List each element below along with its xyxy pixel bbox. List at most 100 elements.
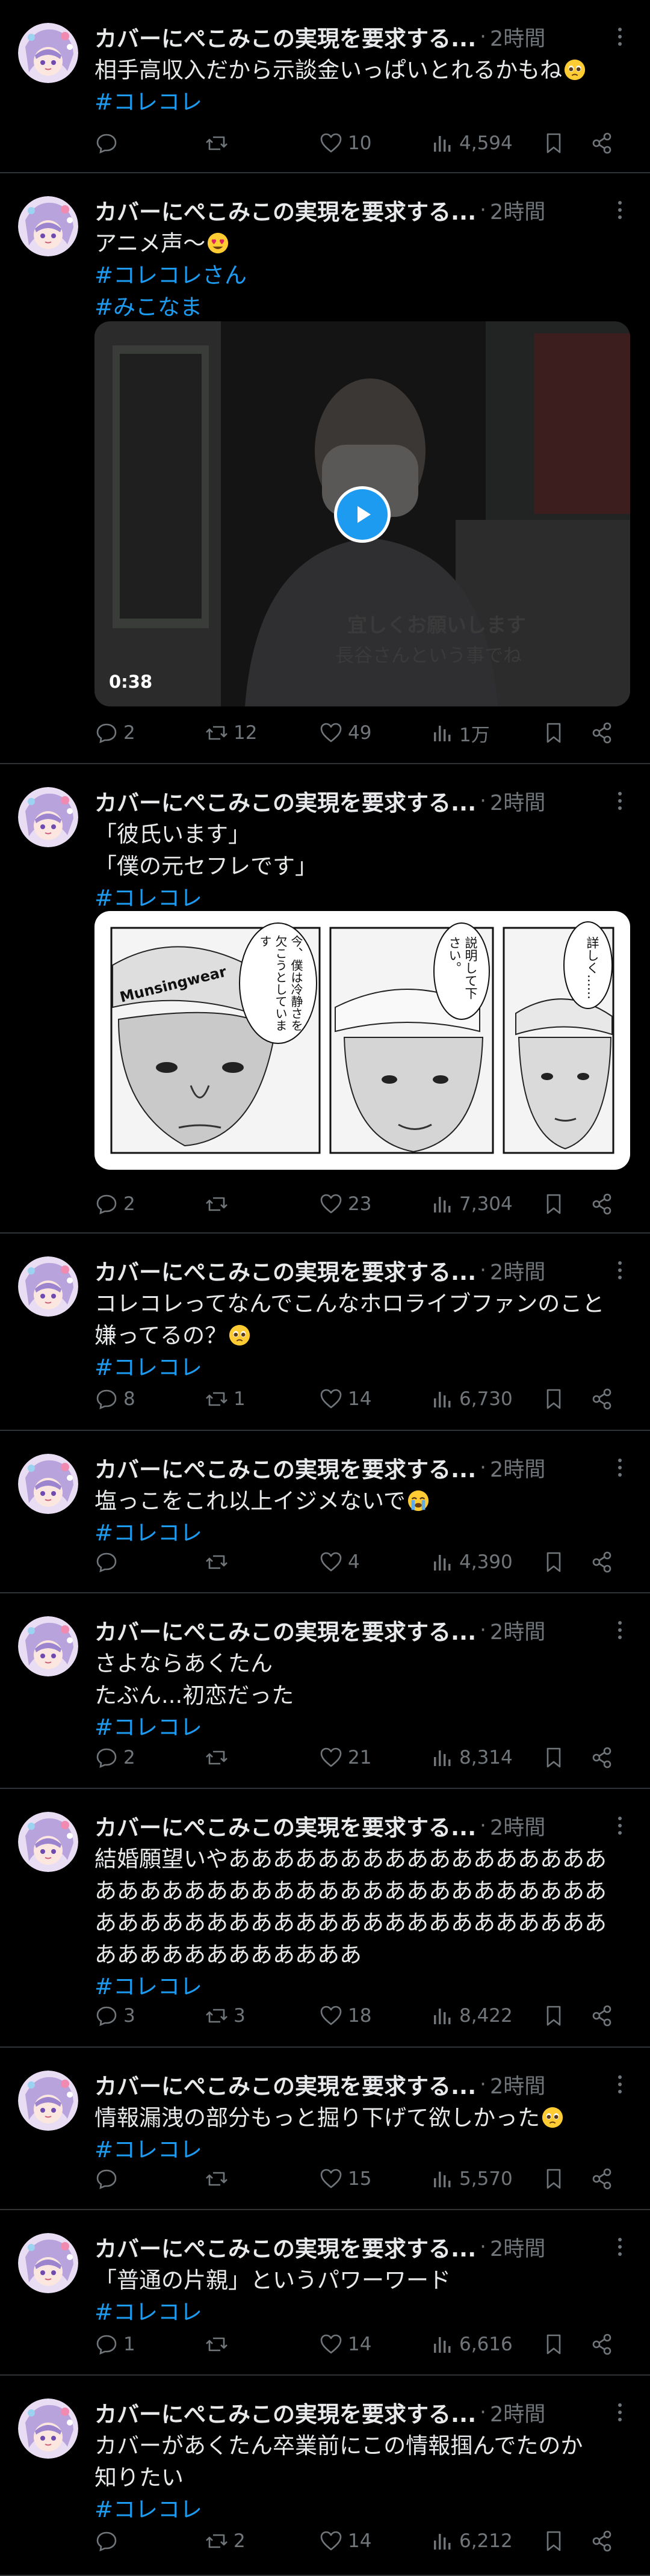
bookmark-button[interactable] — [542, 1384, 566, 1414]
avatar[interactable] — [18, 1256, 78, 1317]
more-options-icon[interactable] — [608, 1615, 632, 1645]
hashtag-link[interactable]: #コレコレさん — [94, 259, 624, 291]
avatar[interactable] — [18, 1616, 78, 1676]
views-button[interactable]: 7,304 — [430, 1189, 513, 1219]
timestamp[interactable]: 2時間 — [490, 195, 545, 226]
hashtag-link[interactable]: #コレコレ — [94, 2296, 624, 2328]
tweet[interactable]: カバーにぺこみこの実現を要求する... · 2時間 カバーがあくたん卒業前にこの… — [0, 2376, 650, 2576]
like-button[interactable]: 49 — [319, 718, 371, 748]
timestamp[interactable]: 2時間 — [490, 1255, 545, 1286]
hashtag-link[interactable]: #みこなま — [94, 291, 624, 323]
bookmark-button[interactable] — [542, 718, 566, 748]
author-name[interactable]: カバーにぺこみこの実現を要求する... — [94, 20, 476, 53]
avatar[interactable] — [18, 2398, 78, 2459]
author-name[interactable]: カバーにぺこみこの実現を要求する... — [94, 1451, 476, 1484]
tweet[interactable]: カバーにぺこみこの実現を要求する... · 2時間 情報漏洩の部分もっと掘り下げ… — [0, 2048, 650, 2210]
views-button[interactable]: 8,314 — [430, 1743, 513, 1773]
timestamp[interactable]: 2時間 — [490, 786, 545, 817]
retweet-button[interactable] — [205, 1189, 234, 1219]
bookmark-button[interactable] — [542, 128, 566, 158]
retweet-button[interactable] — [205, 1743, 234, 1773]
tweet[interactable]: カバーにぺこみこの実現を要求する... · 2時間 塩っこをこれ以上イジメないで… — [0, 1431, 650, 1593]
reply-button[interactable]: 3 — [94, 2001, 135, 2031]
like-button[interactable]: 14 — [319, 1384, 371, 1414]
reply-button[interactable]: 2 — [94, 1743, 135, 1773]
timestamp[interactable]: 2時間 — [490, 22, 545, 52]
bookmark-button[interactable] — [542, 2329, 566, 2359]
hashtag-link[interactable]: #コレコレ — [94, 86, 624, 118]
retweet-button[interactable] — [205, 2329, 234, 2359]
like-button[interactable]: 23 — [319, 1189, 371, 1219]
hashtag-link[interactable]: #コレコレ — [94, 1971, 624, 2003]
more-options-icon[interactable] — [608, 1811, 632, 1841]
more-options-icon[interactable] — [608, 195, 632, 225]
hashtag-link[interactable]: #コレコレ — [94, 1351, 624, 1383]
bookmark-button[interactable] — [542, 2164, 566, 2194]
share-button[interactable] — [590, 2329, 614, 2359]
tweet[interactable]: カバーにぺこみこの実現を要求する... · 2時間 結婚願望いやああああああああ… — [0, 1789, 650, 2048]
author-name[interactable]: カバーにぺこみこの実現を要求する... — [94, 2231, 476, 2263]
tweet[interactable]: カバーにぺこみこの実現を要求する... · 2時間 「普通の片親」というパワーワ… — [0, 2210, 650, 2376]
reply-button[interactable] — [94, 2164, 123, 2194]
retweet-button[interactable] — [205, 1547, 234, 1577]
like-button[interactable]: 15 — [319, 2164, 371, 2194]
reply-button[interactable]: 2 — [94, 1189, 135, 1219]
video-player[interactable]: 宜しくお願いします 長谷さんという事でね 0:38 — [94, 321, 630, 706]
more-options-icon[interactable] — [608, 786, 632, 816]
views-button[interactable]: 6,616 — [430, 2329, 513, 2359]
manga-image[interactable]: Munsingwear 今、僕は冷静さを欠こうとしています 説明して下さい。 詳… — [94, 911, 630, 1170]
author-name[interactable]: カバーにぺこみこの実現を要求する... — [94, 2068, 476, 2101]
more-options-icon[interactable] — [608, 1255, 632, 1285]
timestamp[interactable]: 2時間 — [490, 2232, 545, 2262]
reply-button[interactable] — [94, 2526, 123, 2556]
views-button[interactable]: 6,212 — [430, 2526, 513, 2556]
timestamp[interactable]: 2時間 — [490, 1453, 545, 1483]
share-button[interactable] — [590, 1384, 614, 1414]
retweet-button[interactable]: 2 — [205, 2526, 246, 2556]
bookmark-button[interactable] — [542, 2001, 566, 2031]
more-options-icon[interactable] — [608, 2232, 632, 2262]
more-options-icon[interactable] — [608, 22, 632, 52]
views-button[interactable]: 5,570 — [430, 2164, 513, 2194]
views-button[interactable]: 6,730 — [430, 1384, 513, 1414]
like-button[interactable]: 21 — [319, 1743, 371, 1773]
avatar[interactable] — [18, 196, 78, 256]
share-button[interactable] — [590, 2164, 614, 2194]
avatar[interactable] — [18, 787, 78, 847]
author-name[interactable]: カバーにぺこみこの実現を要求する... — [94, 1809, 476, 1842]
retweet-button[interactable]: 1 — [205, 1384, 246, 1414]
share-button[interactable] — [590, 2001, 614, 2031]
tweet[interactable]: カバーにぺこみこの実現を要求する... · 2時間 さよならあくたん たぶん..… — [0, 1593, 650, 1789]
like-button[interactable]: 18 — [319, 2001, 371, 2031]
tweet[interactable]: カバーにぺこみこの実現を要求する... · 2時間 「彼氏います」 「僕の元セフ… — [0, 764, 650, 1234]
avatar[interactable] — [18, 1812, 78, 1872]
timestamp[interactable]: 2時間 — [490, 2397, 545, 2428]
retweet-button[interactable] — [205, 128, 234, 158]
reply-button[interactable]: 1 — [94, 2329, 135, 2359]
share-button[interactable] — [590, 2526, 614, 2556]
author-name[interactable]: カバーにぺこみこの実現を要求する... — [94, 2396, 476, 2429]
views-button[interactable]: 1万 — [430, 718, 490, 748]
play-button[interactable] — [334, 486, 391, 543]
more-options-icon[interactable] — [608, 2069, 632, 2099]
views-button[interactable]: 8,422 — [430, 2001, 513, 2031]
reply-button[interactable] — [94, 1547, 123, 1577]
author-name[interactable]: カバーにぺこみこの実現を要求する... — [94, 1254, 476, 1286]
share-button[interactable] — [590, 718, 614, 748]
retweet-button[interactable] — [205, 2164, 234, 2194]
author-name[interactable]: カバーにぺこみこの実現を要求する... — [94, 194, 476, 226]
timestamp[interactable]: 2時間 — [490, 1615, 545, 1646]
avatar[interactable] — [18, 1454, 78, 1514]
bookmark-button[interactable] — [542, 1547, 566, 1577]
bookmark-button[interactable] — [542, 1743, 566, 1773]
reply-button[interactable]: 2 — [94, 718, 135, 748]
like-button[interactable]: 14 — [319, 2526, 371, 2556]
hashtag-link[interactable]: #コレコレ — [94, 1517, 624, 1549]
avatar[interactable] — [18, 23, 78, 83]
timestamp[interactable]: 2時間 — [490, 1811, 545, 1841]
like-button[interactable]: 10 — [319, 128, 371, 158]
hashtag-link[interactable]: #コレコレ — [94, 1711, 624, 1743]
share-button[interactable] — [590, 1547, 614, 1577]
share-button[interactable] — [590, 128, 614, 158]
more-options-icon[interactable] — [608, 2397, 632, 2427]
